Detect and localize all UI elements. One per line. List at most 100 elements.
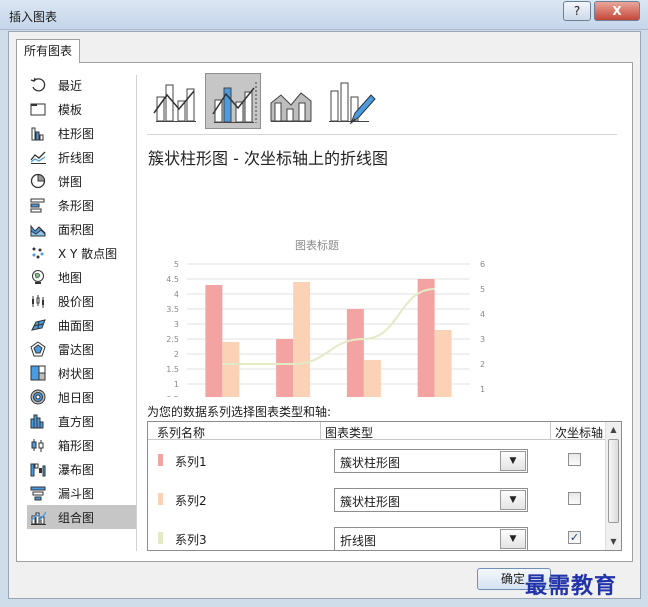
chart-category-label: 雷达图 — [58, 343, 95, 357]
combo-chart-icon — [30, 509, 47, 525]
y-tick-label: 3 — [174, 320, 179, 329]
title-bar: 插入图表 ? X — [0, 0, 648, 30]
dropdown-arrow-icon[interactable]: ▼ — [500, 490, 526, 510]
y2-tick-label: 4 — [480, 310, 485, 319]
chart-category-item[interactable]: 饼图 — [27, 169, 137, 193]
window-title: 插入图表 — [9, 10, 58, 24]
chart-title-text: 图表标题 — [295, 238, 339, 252]
secondary-axis-checkbox[interactable] — [568, 453, 581, 466]
waterfall-chart-icon — [30, 461, 46, 477]
scroll-up-arrow-icon[interactable]: ▲ — [606, 422, 621, 438]
funnel-chart-icon — [30, 485, 46, 501]
chart-category-item[interactable]: 旭日图 — [27, 385, 137, 409]
series-grid-scrollbar[interactable]: ▲ ▼ — [605, 422, 621, 550]
chart-type-dropdown[interactable]: 簇状柱形图 ▼ — [334, 449, 528, 473]
help-button[interactable]: ? — [563, 1, 591, 21]
bar-1 — [276, 339, 294, 414]
scatter-chart-icon — [30, 245, 46, 261]
chart-category-label: 条形图 — [58, 199, 95, 213]
series-name: 系列1 — [175, 455, 207, 469]
chart-category-item[interactable]: 折线图 — [27, 145, 137, 169]
chart-category-item[interactable]: 模板 — [27, 97, 137, 121]
chart-category-label: 模板 — [58, 103, 83, 117]
chart-subtype-gallery — [147, 73, 617, 135]
bar-1 — [417, 279, 435, 414]
y2-tick-label: 2 — [480, 360, 485, 369]
series-row: 系列3 折线图 ▼ ✓ — [148, 519, 606, 550]
dropdown-arrow-icon[interactable]: ▼ — [500, 529, 526, 549]
header-separator — [550, 422, 551, 440]
surface-chart-icon — [30, 317, 46, 333]
secondary-axis-checkbox[interactable] — [568, 492, 581, 505]
chart-category-item[interactable]: 条形图 — [27, 193, 137, 217]
scroll-down-arrow-icon[interactable]: ▼ — [606, 534, 621, 550]
chart-category-item[interactable]: 最近 — [27, 73, 137, 97]
y-tick-label: 4.5 — [166, 275, 179, 284]
chart-category-label: 地图 — [58, 271, 83, 285]
column-chart-icon — [30, 125, 46, 141]
tab-all-charts[interactable]: 所有图表 — [16, 39, 81, 63]
bar-1 — [346, 309, 364, 414]
y2-tick-label: 3 — [480, 335, 485, 344]
chart-category-item[interactable]: 面积图 — [27, 217, 137, 241]
chart-category-item[interactable]: X Y 散点图 — [27, 241, 137, 265]
y2-tick-label: 6 — [480, 260, 485, 269]
header-separator — [320, 422, 321, 440]
chart-category-label: 瀑布图 — [58, 463, 95, 477]
chart-type-value: 簇状柱形图 — [340, 456, 401, 470]
bar-2 — [222, 342, 240, 414]
chart-category-label: 面积图 — [58, 223, 95, 237]
sunburst-chart-icon — [30, 389, 46, 405]
custom-combination-icon — [329, 82, 376, 125]
recent-icon — [30, 77, 46, 93]
secondary-axis-checkbox[interactable]: ✓ — [568, 531, 581, 544]
series-row: 系列1 簇状柱形图 ▼ — [148, 441, 606, 479]
chart-category-label: 饼图 — [58, 175, 83, 189]
chart-category-item[interactable]: 箱形图 — [27, 433, 137, 457]
box-whisker-chart-icon — [30, 437, 46, 453]
chart-category-item[interactable]: 树状图 — [27, 361, 137, 385]
y-tick-label: 4 — [174, 290, 179, 299]
chart-category-label: 组合图 — [58, 511, 95, 525]
map-chart-icon — [30, 269, 46, 285]
chart-type-dropdown[interactable]: 簇状柱形图 ▼ — [334, 488, 528, 512]
chart-category-item[interactable]: 漏斗图 — [27, 481, 137, 505]
pie-chart-icon — [30, 173, 46, 189]
subtype-custom-combination[interactable] — [321, 73, 377, 129]
chart-category-label: 最近 — [58, 79, 83, 93]
chart-category-label: 箱形图 — [58, 439, 95, 453]
subtype-clustered-column-line[interactable] — [147, 73, 203, 129]
dropdown-arrow-icon[interactable]: ▼ — [500, 451, 526, 471]
combo-chart-type-title: 簇状柱形图 - 次坐标轴上的折线图 — [148, 149, 388, 168]
subtype-stacked-area-column[interactable] — [263, 73, 319, 129]
chart-category-item[interactable]: 直方图 — [27, 409, 137, 433]
folder-icon — [30, 101, 46, 117]
y-tick-label: 1.5 — [166, 365, 179, 374]
line-chart-icon — [30, 149, 46, 165]
series-color-swatch — [158, 454, 163, 466]
y-tick-label: 2.5 — [166, 335, 179, 344]
chart-category-item[interactable]: 组合图 — [27, 505, 137, 529]
close-button[interactable]: X — [594, 1, 640, 21]
y-tick-label: 1 — [174, 380, 179, 389]
series-name: 系列3 — [175, 533, 207, 547]
divider — [136, 75, 137, 551]
chart-category-item[interactable]: 柱形图 — [27, 121, 137, 145]
check-mark-icon: ✓ — [569, 531, 580, 544]
series-grid-header: 系列名称 图表类型 次坐标轴 — [148, 422, 606, 440]
area-chart-icon — [30, 221, 46, 237]
scroll-thumb[interactable] — [608, 439, 619, 523]
chart-category-item[interactable]: 雷达图 — [27, 337, 137, 361]
treemap-chart-icon — [30, 365, 46, 381]
series-grid: 系列名称 图表类型 次坐标轴 系列1 簇状柱形图 ▼ 系列2 簇状柱形图 ▼ 系列3 折线图 ▼… — [147, 421, 622, 551]
chart-category-label: 折线图 — [58, 151, 95, 165]
chart-type-dropdown[interactable]: 折线图 ▼ — [334, 527, 528, 550]
chart-category-item[interactable]: 股价图 — [27, 289, 137, 313]
chart-category-item[interactable]: 曲面图 — [27, 313, 137, 337]
series-color-swatch — [158, 493, 163, 505]
chart-category-item[interactable]: 地图 — [27, 265, 137, 289]
chart-category-list: 最近模板柱形图折线图饼图条形图面积图 X Y 散点图地图股价图曲面图雷达图树状图旭… — [27, 73, 137, 529]
chart-category-label: 股价图 — [58, 295, 95, 309]
subtype-column-line-secondary-axis[interactable] — [205, 73, 261, 129]
chart-category-item[interactable]: 瀑布图 — [27, 457, 137, 481]
